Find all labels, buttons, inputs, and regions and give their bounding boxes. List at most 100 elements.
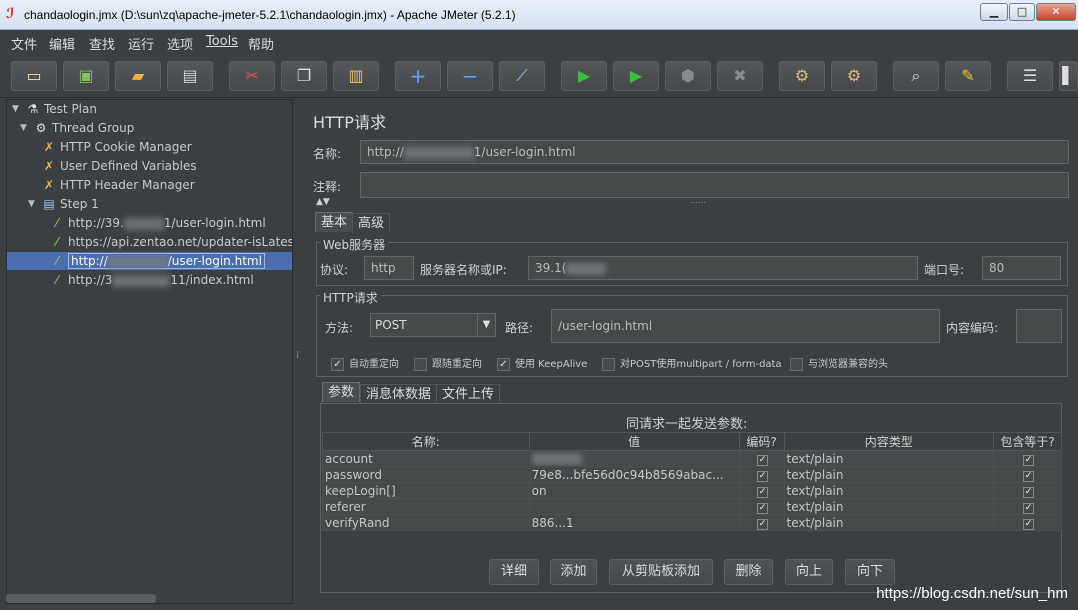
cut-icon[interactable]: ✂ <box>229 61 275 91</box>
multipart-checkbox[interactable]: 对POST使用multipart / form-data <box>602 355 782 371</box>
function-helper-icon[interactable]: ☰ <box>1007 61 1053 91</box>
parameters-table: 名称: 值 编码? 内容类型 包含等于? account ✓ text/plai… <box>322 432 1062 531</box>
path-field[interactable]: /user-login.html <box>551 309 940 343</box>
table-row[interactable]: account ✓ text/plain ✓ <box>322 450 1062 467</box>
header-include-equals[interactable]: 包含等于? <box>993 432 1062 451</box>
copy-icon[interactable]: ❐ <box>281 61 327 91</box>
menu-file[interactable]: 文件 <box>11 34 37 53</box>
tree-item-sampler-selected[interactable]: ⁄ http:///user-login.html <box>7 252 292 270</box>
follow-redirects-checkbox[interactable]: 跟随重定向 <box>414 355 482 371</box>
new-icon[interactable]: ▭ <box>11 61 57 91</box>
more-icon[interactable]: ▌ <box>1059 61 1078 91</box>
expand-toggle-icon[interactable]: ▼ <box>12 104 19 114</box>
clear-icon[interactable]: ⚙ <box>779 61 825 91</box>
method-select[interactable]: POST ▼ <box>370 313 496 337</box>
start-icon[interactable]: ▶ <box>561 61 607 91</box>
header-encode[interactable]: 编码? <box>738 432 785 451</box>
server-field[interactable]: 39.1( <box>528 256 918 280</box>
redacted-blur <box>531 453 582 465</box>
tree-item-test-plan[interactable]: ⚗ Test Plan <box>25 100 97 118</box>
auto-redirect-checkbox[interactable]: ✓ 自动重定向 <box>331 355 399 371</box>
window-title: chandaologin.jmx (D:\sun\zq\apache-jmete… <box>24 8 516 22</box>
collapse-arrows-icon[interactable]: ▲▼ <box>316 197 330 207</box>
open-icon[interactable]: ▰ <box>115 61 161 91</box>
delete-button[interactable]: 删除 <box>724 559 773 585</box>
expand-toggle-icon[interactable]: ▼ <box>20 123 27 133</box>
start-no-pauses-icon[interactable]: ▶ <box>613 61 659 91</box>
detail-button[interactable]: 详细 <box>489 559 539 585</box>
table-row[interactable]: password 79e8...bfe56d0c94b8569abac... ✓… <box>322 466 1062 483</box>
keepalive-checkbox[interactable]: ✓ 使用 KeepAlive <box>497 355 587 371</box>
tab-basic[interactable]: 基本 <box>315 212 354 232</box>
port-label: 端口号: <box>924 263 965 277</box>
resize-grip-icon[interactable]: ⋯⋯ <box>690 198 706 207</box>
minimize-button[interactable]: ▁ <box>980 3 1008 21</box>
tree-item-sampler[interactable]: ⁄ http://39. 1/user-login.html <box>49 214 266 232</box>
header-name[interactable]: 名称: <box>322 432 530 451</box>
checkbox-icon: ✓ <box>1023 471 1035 482</box>
clear-all-icon[interactable]: ⚙ <box>831 61 877 91</box>
tab-advanced[interactable]: 高级 <box>352 213 391 233</box>
templates-icon[interactable]: ▣ <box>63 61 109 91</box>
path-label: 路径: <box>505 321 534 335</box>
tab-body-data[interactable]: 消息体数据 <box>360 384 438 404</box>
port-field[interactable]: 80 <box>982 256 1061 280</box>
splitter-handle[interactable]: ⁞ <box>296 350 299 361</box>
maximize-button[interactable]: □ <box>1009 3 1035 21</box>
table-row[interactable]: referer ✓ text/plain ✓ <box>322 498 1062 515</box>
menu-tools[interactable]: Tools <box>206 34 238 49</box>
table-row[interactable]: keepLogin[] on ✓ text/plain ✓ <box>322 482 1062 499</box>
tab-parameters[interactable]: 参数 <box>322 382 361 402</box>
move-down-button[interactable]: 向下 <box>845 559 895 585</box>
encoding-label: 内容编码: <box>946 321 999 335</box>
tree-scrollbar[interactable] <box>6 594 156 603</box>
checkbox-icon: ✓ <box>757 471 769 482</box>
add-button[interactable]: 添加 <box>550 559 597 585</box>
menu-search[interactable]: 查找 <box>89 34 115 53</box>
tree-item-thread-group[interactable]: ⚙ Thread Group <box>33 119 135 137</box>
add-from-clipboard-button[interactable]: 从剪贴板添加 <box>609 559 713 585</box>
collapse-icon[interactable]: − <box>447 61 493 91</box>
menu-help[interactable]: 帮助 <box>248 34 274 53</box>
tree-item-user-defined-variables[interactable]: ✗ User Defined Variables <box>41 157 197 175</box>
toggle-icon[interactable]: ⟋ <box>499 61 545 91</box>
protocol-label: 协议: <box>320 263 349 277</box>
checkbox-box: ✓ <box>497 357 510 371</box>
menu-run[interactable]: 运行 <box>128 34 154 53</box>
header-value[interactable]: 值 <box>528 432 740 451</box>
menu-edit[interactable]: 编辑 <box>49 34 75 53</box>
menu-options[interactable]: 选项 <box>167 34 193 53</box>
move-up-button[interactable]: 向上 <box>785 559 833 585</box>
toolbar: ▭ ▣ ▰ ▤ ✂ ❐ ▥ + − ⟋ ▶ ▶ ⬢ ✖ ⚙ ⚙ ⌕ ✎ ☰ ▌ <box>0 54 1078 98</box>
reset-search-icon[interactable]: ✎ <box>945 61 991 91</box>
protocol-field[interactable]: http <box>364 256 414 280</box>
tree-item-header-manager[interactable]: ✗ HTTP Header Manager <box>41 176 195 194</box>
name-field[interactable]: http://1/user-login.html <box>360 140 1069 164</box>
watermark: https://blog.csdn.net/sun_hm <box>876 585 1068 602</box>
encoding-field[interactable] <box>1016 309 1062 343</box>
stop-icon[interactable]: ⬢ <box>665 61 711 91</box>
redacted-blur <box>112 274 171 287</box>
table-row[interactable]: verifyRand 886...1 ✓ text/plain ✓ <box>322 514 1062 531</box>
chevron-down-icon: ▼ <box>477 314 495 336</box>
comment-field[interactable] <box>360 172 1069 198</box>
expand-toggle-icon[interactable]: ▼ <box>28 199 35 209</box>
expand-icon[interactable]: + <box>395 61 441 91</box>
checkbox-icon: ✓ <box>1023 455 1035 466</box>
search-icon[interactable]: ⌕ <box>893 61 939 91</box>
tab-file-upload[interactable]: 文件上传 <box>436 384 501 404</box>
paste-icon[interactable]: ▥ <box>333 61 379 91</box>
browser-headers-checkbox[interactable]: 与浏览器兼容的头 <box>790 355 888 371</box>
header-content-type[interactable]: 内容类型 <box>783 432 995 451</box>
close-button[interactable]: ✕ <box>1036 3 1076 21</box>
tree-item-sampler[interactable]: ⁄ http://3 11/index.html <box>49 271 254 289</box>
checkbox-box <box>790 357 803 371</box>
shutdown-icon[interactable]: ✖ <box>717 61 763 91</box>
save-icon[interactable]: ▤ <box>167 61 213 91</box>
tree-item-step-1[interactable]: ▤ Step 1 <box>41 195 98 213</box>
wrench-icon: ✗ <box>43 140 55 154</box>
checkbox-icon: ✓ <box>1023 519 1035 530</box>
title-bar: ℐ chandaologin.jmx (D:\sun\zq\apache-jme… <box>0 0 1078 30</box>
tree-item-cookie-manager[interactable]: ✗ HTTP Cookie Manager <box>41 138 192 156</box>
tree-item-sampler[interactable]: ⁄https://api.zentao.net/updater-isLatest… <box>49 233 292 251</box>
